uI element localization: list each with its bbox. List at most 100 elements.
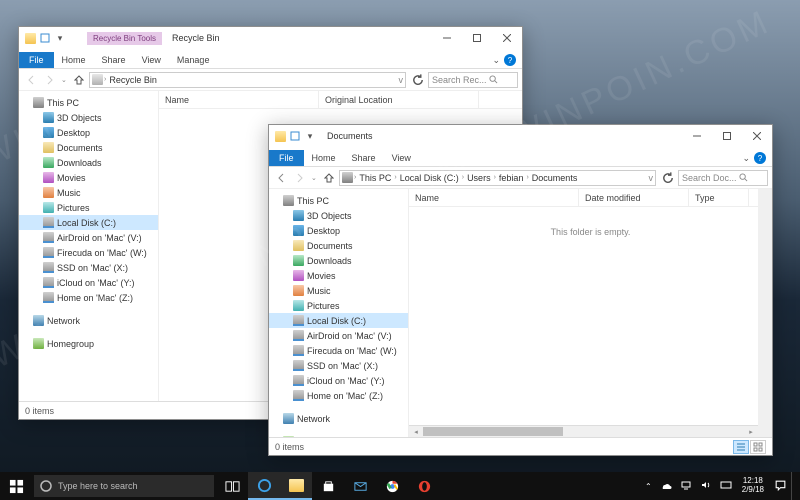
taskbar[interactable]: Type here to search ⌃ 12:18 2/9/18 bbox=[0, 472, 800, 500]
nav-recent-dropdown[interactable]: ⌄ bbox=[61, 76, 69, 84]
ribbon-tab-view[interactable]: View bbox=[384, 150, 419, 166]
nav-item-firecuda-on-mac-w-[interactable]: Firecuda on 'Mac' (W:) bbox=[269, 343, 408, 358]
nav-item-airdroid-on-mac-v-[interactable]: AirDroid on 'Mac' (V:) bbox=[19, 230, 158, 245]
nav-item-pictures[interactable]: Pictures bbox=[269, 298, 408, 313]
file-tab[interactable]: File bbox=[19, 52, 54, 68]
qat-properties-icon[interactable] bbox=[38, 31, 52, 45]
taskbar-app-explorer[interactable] bbox=[280, 472, 312, 500]
help-icon[interactable]: ? bbox=[504, 54, 516, 66]
address-bar[interactable]: › Recycle Bin v bbox=[89, 72, 406, 88]
titlebar[interactable]: ▾ Documents bbox=[269, 125, 772, 147]
close-button[interactable] bbox=[492, 27, 522, 49]
nav-forward-button[interactable] bbox=[42, 72, 58, 88]
ribbon-tab-home[interactable]: Home bbox=[54, 52, 94, 68]
nav-up-button[interactable] bbox=[322, 170, 336, 186]
titlebar[interactable]: ▾ Recycle Bin Tools Recycle Bin bbox=[19, 27, 522, 49]
nav-this-pc[interactable]: This PC bbox=[19, 95, 158, 110]
taskbar-app-store[interactable] bbox=[312, 472, 344, 500]
content-pane[interactable]: NameDate modifiedType This folder is emp… bbox=[409, 189, 772, 437]
breadcrumb[interactable]: Users bbox=[465, 173, 493, 183]
details-view-button[interactable] bbox=[733, 440, 749, 454]
address-bar[interactable]: › This PC› Local Disk (C:)› Users› febia… bbox=[339, 170, 656, 186]
show-desktop-button[interactable] bbox=[791, 472, 800, 500]
nav-item-ssd-on-mac-x-[interactable]: SSD on 'Mac' (X:) bbox=[19, 260, 158, 275]
explorer-documents-window[interactable]: ▾ Documents File Home Share View ⌄? ⌄ › … bbox=[268, 124, 773, 456]
taskbar-app-mail[interactable] bbox=[344, 472, 376, 500]
vertical-scrollbar[interactable] bbox=[758, 189, 772, 437]
scroll-left-icon[interactable]: ◂ bbox=[409, 426, 423, 437]
column-header-name[interactable]: Name bbox=[159, 91, 319, 108]
address-dropdown-icon[interactable]: v bbox=[649, 173, 654, 183]
nav-item-movies[interactable]: Movies bbox=[269, 268, 408, 283]
icons-view-button[interactable] bbox=[750, 440, 766, 454]
nav-this-pc[interactable]: This PC bbox=[269, 193, 408, 208]
scrollbar-thumb[interactable] bbox=[423, 427, 563, 436]
scroll-right-icon[interactable]: ▸ bbox=[744, 426, 758, 437]
refresh-button[interactable] bbox=[661, 171, 675, 185]
nav-network[interactable]: Network bbox=[269, 411, 408, 426]
nav-item-ssd-on-mac-x-[interactable]: SSD on 'Mac' (X:) bbox=[269, 358, 408, 373]
refresh-button[interactable] bbox=[411, 73, 425, 87]
column-header-original-location[interactable]: Original Location bbox=[319, 91, 479, 108]
task-view-button[interactable] bbox=[216, 472, 248, 500]
nav-item-icloud-on-mac-y-[interactable]: iCloud on 'Mac' (Y:) bbox=[19, 275, 158, 290]
column-headers[interactable]: NameDate modifiedType bbox=[409, 189, 772, 207]
nav-item-icloud-on-mac-y-[interactable]: iCloud on 'Mac' (Y:) bbox=[269, 373, 408, 388]
system-tray[interactable]: ⌃ 12:18 2/9/18 bbox=[641, 472, 800, 500]
ribbon-tab-manage[interactable]: Manage bbox=[169, 52, 218, 68]
column-headers[interactable]: NameOriginal Location bbox=[159, 91, 522, 109]
taskbar-app-chrome[interactable] bbox=[376, 472, 408, 500]
nav-item-3d-objects[interactable]: 3D Objects bbox=[269, 208, 408, 223]
qat-dropdown-icon[interactable]: ▾ bbox=[303, 129, 317, 143]
help-icon[interactable]: ? bbox=[754, 152, 766, 164]
tray-onedrive-icon[interactable] bbox=[656, 479, 676, 493]
nav-item-local-disk-c-[interactable]: Local Disk (C:) bbox=[19, 215, 158, 230]
nav-item-music[interactable]: Music bbox=[19, 185, 158, 200]
search-box[interactable]: Search Doc... bbox=[678, 170, 768, 186]
nav-item-documents[interactable]: Documents bbox=[19, 140, 158, 155]
tray-volume-icon[interactable] bbox=[696, 479, 716, 493]
maximize-button[interactable] bbox=[462, 27, 492, 49]
search-box[interactable]: Search Rec... bbox=[428, 72, 518, 88]
column-header-type[interactable]: Type bbox=[689, 189, 749, 206]
nav-forward-button[interactable] bbox=[292, 170, 308, 186]
ribbon-tab-share[interactable]: Share bbox=[344, 150, 384, 166]
qat-properties-icon[interactable] bbox=[288, 129, 302, 143]
nav-homegroup[interactable]: Homegroup bbox=[19, 336, 158, 351]
breadcrumb[interactable]: Documents bbox=[530, 173, 580, 183]
column-header-date-modified[interactable]: Date modified bbox=[579, 189, 689, 206]
breadcrumb[interactable]: This PC bbox=[357, 173, 393, 183]
minimize-button[interactable] bbox=[432, 27, 462, 49]
navigation-pane[interactable]: This PC3D ObjectsDesktopDocumentsDownloa… bbox=[269, 189, 409, 437]
nav-item-music[interactable]: Music bbox=[269, 283, 408, 298]
taskbar-clock[interactable]: 12:18 2/9/18 bbox=[736, 477, 770, 495]
tray-overflow-icon[interactable]: ⌃ bbox=[641, 482, 656, 491]
nav-network[interactable]: Network bbox=[19, 313, 158, 328]
taskbar-app-edge[interactable] bbox=[248, 472, 280, 500]
horizontal-scrollbar[interactable]: ◂ ▸ bbox=[409, 425, 758, 437]
nav-back-button[interactable] bbox=[23, 72, 39, 88]
nav-item-downloads[interactable]: Downloads bbox=[269, 253, 408, 268]
ribbon-tab-view[interactable]: View bbox=[134, 52, 169, 68]
nav-item-local-disk-c-[interactable]: Local Disk (C:) bbox=[269, 313, 408, 328]
navigation-pane[interactable]: This PC3D ObjectsDesktopDocumentsDownloa… bbox=[19, 91, 159, 401]
nav-item-firecuda-on-mac-w-[interactable]: Firecuda on 'Mac' (W:) bbox=[19, 245, 158, 260]
context-tab-recycle-tools[interactable]: Recycle Bin Tools bbox=[87, 32, 162, 45]
nav-item-home-on-mac-z-[interactable]: Home on 'Mac' (Z:) bbox=[19, 290, 158, 305]
nav-item-airdroid-on-mac-v-[interactable]: AirDroid on 'Mac' (V:) bbox=[269, 328, 408, 343]
start-button[interactable] bbox=[0, 472, 32, 500]
taskbar-app-opera[interactable] bbox=[408, 472, 440, 500]
ribbon-expand-icon[interactable]: ⌄ bbox=[492, 55, 500, 66]
taskbar-search-box[interactable]: Type here to search bbox=[34, 475, 214, 497]
maximize-button[interactable] bbox=[712, 125, 742, 147]
nav-up-button[interactable] bbox=[72, 72, 86, 88]
column-header-name[interactable]: Name bbox=[409, 189, 579, 206]
nav-item-3d-objects[interactable]: 3D Objects bbox=[19, 110, 158, 125]
nav-item-movies[interactable]: Movies bbox=[19, 170, 158, 185]
nav-item-documents[interactable]: Documents bbox=[269, 238, 408, 253]
breadcrumb[interactable]: Local Disk (C:) bbox=[398, 173, 461, 183]
ribbon-expand-icon[interactable]: ⌄ bbox=[742, 153, 750, 164]
ribbon-tab-share[interactable]: Share bbox=[94, 52, 134, 68]
qat-dropdown-icon[interactable]: ▾ bbox=[53, 31, 67, 45]
action-center-icon[interactable] bbox=[770, 479, 791, 494]
